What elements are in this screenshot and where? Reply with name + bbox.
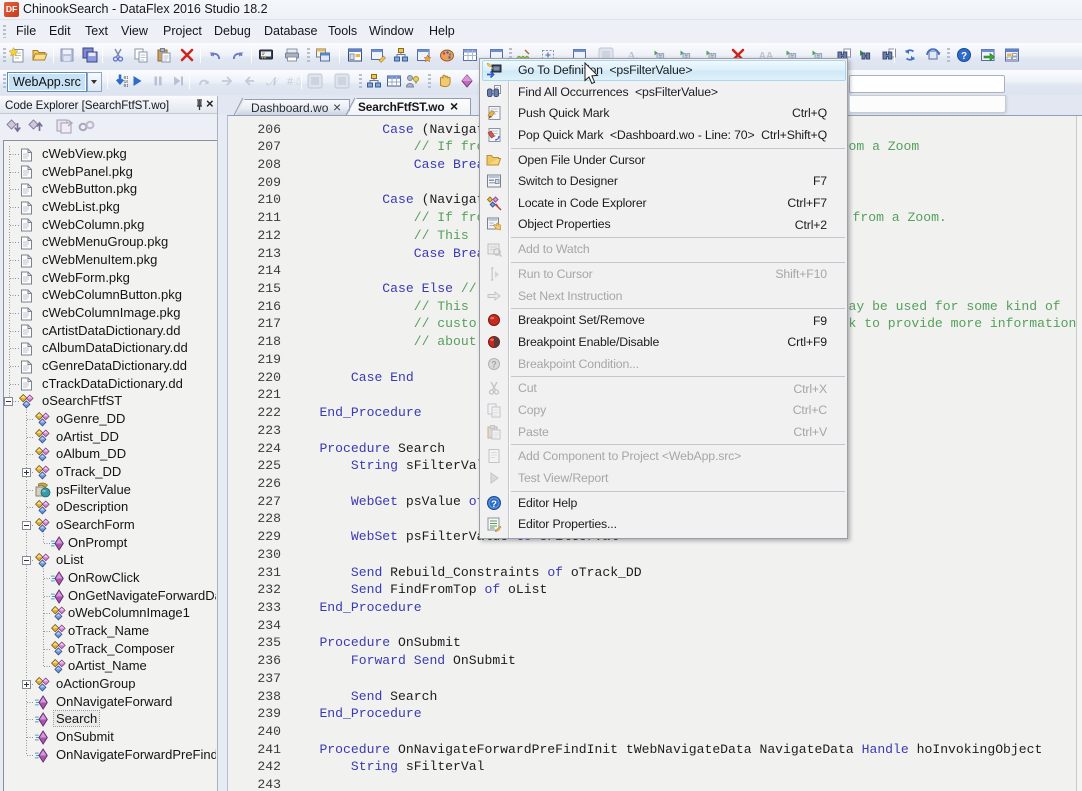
svg-text:01: 01 [124, 83, 129, 89]
svg-text:?: ? [491, 499, 497, 510]
svg-text:𝓝: 𝓝 [266, 75, 280, 89]
svg-text:?: ? [961, 51, 967, 62]
svg-text:?: ? [491, 359, 497, 369]
